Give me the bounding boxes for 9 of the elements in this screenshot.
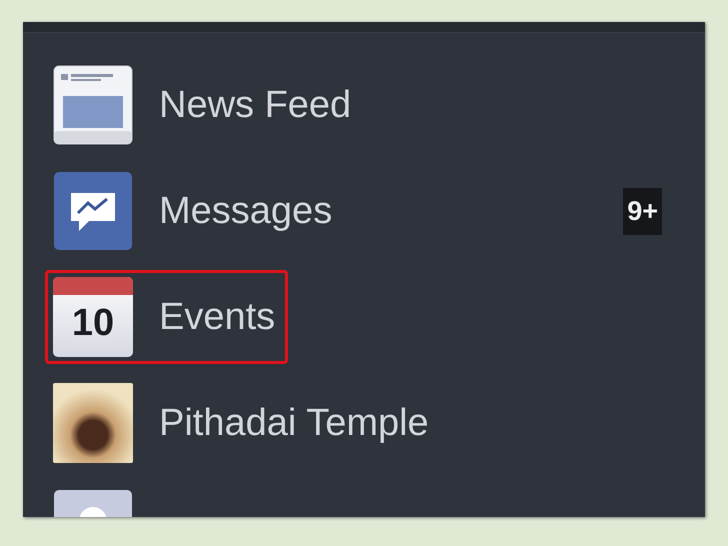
menu-item-label[interactable]: Pithadai Temple bbox=[159, 402, 429, 444]
menu-item-label[interactable]: News Feed bbox=[159, 84, 352, 126]
photo-placeholder[interactable] bbox=[53, 383, 133, 463]
chat-bubble-icon[interactable] bbox=[53, 171, 133, 251]
unread-count-badge: 9+ bbox=[623, 188, 662, 234]
menu-item-label[interactable]: Events bbox=[159, 296, 276, 338]
news-feed-icon[interactable] bbox=[53, 65, 133, 145]
menu-item-label[interactable]: Messages bbox=[159, 190, 332, 232]
calendar-icon[interactable]: 10 bbox=[53, 277, 133, 357]
